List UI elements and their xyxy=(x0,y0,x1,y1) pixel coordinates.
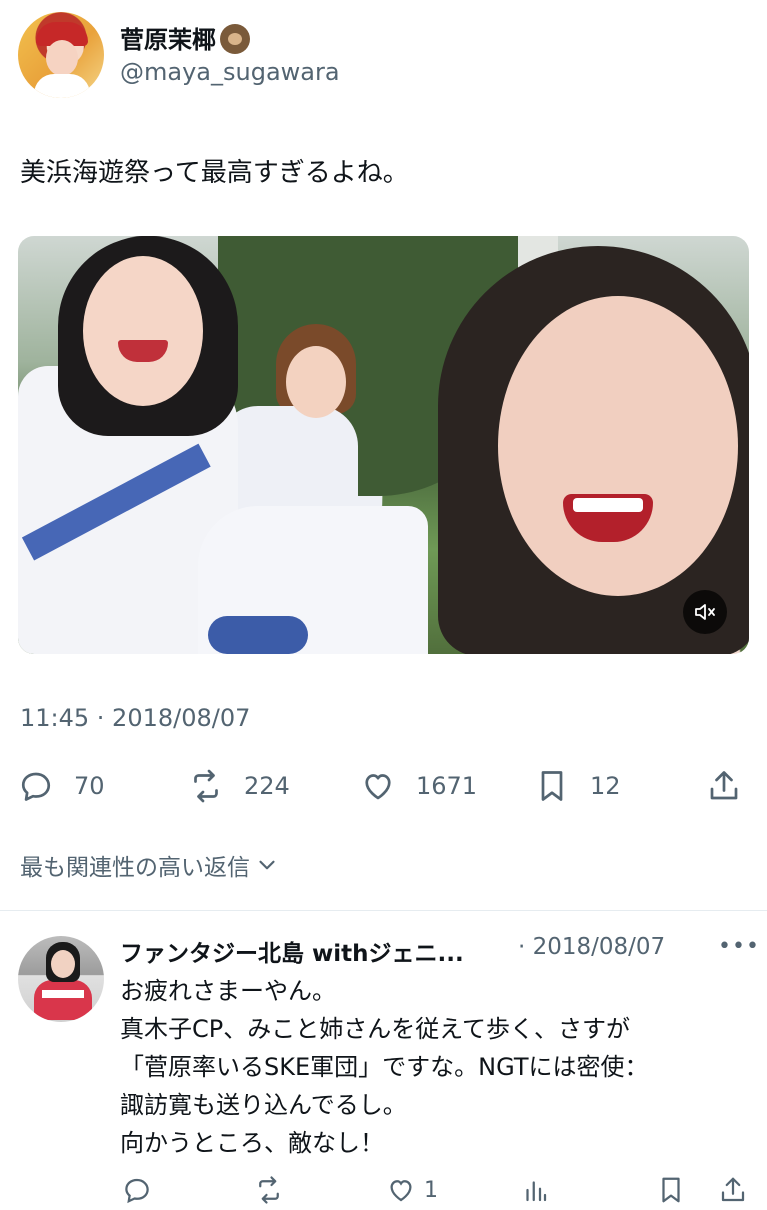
heart-icon xyxy=(390,1180,412,1202)
reply-date[interactable]: · 2018/08/07 xyxy=(518,934,665,960)
share-icon xyxy=(710,771,738,800)
bookmark-icon xyxy=(662,1177,680,1203)
share-icon xyxy=(721,1177,745,1202)
reply-author-name[interactable]: ファンタジー北島 withジェニ... xyxy=(120,934,464,968)
analytics-icon xyxy=(526,1181,547,1202)
tweet-text: 美浜海遊祭って最高すぎるよね。 xyxy=(20,158,409,188)
retweet-icon xyxy=(259,1176,279,1204)
reply-retweet-button[interactable] xyxy=(254,1170,284,1210)
bookmark-count: 12 xyxy=(590,772,621,800)
author-handle[interactable]: @maya_sugawara xyxy=(120,58,340,86)
reply-views-button[interactable] xyxy=(520,1170,550,1210)
share-button[interactable] xyxy=(706,766,742,806)
reply-button[interactable]: 70 xyxy=(18,766,105,806)
reply-share-button[interactable] xyxy=(718,1170,748,1210)
mute-toggle-button[interactable] xyxy=(683,590,727,634)
tweet-timestamp[interactable]: 11:45 · 2018/08/07 xyxy=(20,704,250,732)
divider xyxy=(0,910,767,911)
bookmark-button[interactable]: 12 xyxy=(534,766,621,806)
tweet-video[interactable] xyxy=(18,236,749,654)
reply-count: 70 xyxy=(74,772,105,800)
author-avatar[interactable] xyxy=(18,12,104,98)
reply-icon xyxy=(21,772,51,801)
retweet-button[interactable]: 224 xyxy=(188,766,290,806)
more-options-icon[interactable]: ••• xyxy=(718,934,760,959)
like-count: 1671 xyxy=(416,772,478,800)
chevron-down-icon xyxy=(259,860,275,870)
bookmark-icon xyxy=(541,771,563,801)
reply-reply-button[interactable] xyxy=(122,1170,152,1210)
author-name[interactable]: 菅原茉椰 xyxy=(120,20,250,55)
reply-text: お疲れさまーやん。 真木子CP、みこと姉さんを従えて歩く、さすが 「菅原率いるS… xyxy=(120,977,649,1157)
like-button[interactable]: 1671 xyxy=(360,766,477,806)
reply-author-avatar[interactable] xyxy=(18,936,104,1022)
reply-sort-dropdown[interactable]: 最も関連性の高い返信 xyxy=(20,848,280,882)
reply-bookmark-button[interactable] xyxy=(656,1170,686,1210)
retweet-count: 224 xyxy=(244,772,290,800)
sloth-emoji-icon xyxy=(220,24,250,54)
retweet-icon xyxy=(194,769,218,803)
volume-muted-icon xyxy=(695,604,715,620)
heart-icon xyxy=(365,774,391,800)
reply-icon xyxy=(125,1178,149,1204)
reply-like-count: 1 xyxy=(424,1177,438,1203)
reply-like-button[interactable]: 1 xyxy=(386,1170,438,1210)
